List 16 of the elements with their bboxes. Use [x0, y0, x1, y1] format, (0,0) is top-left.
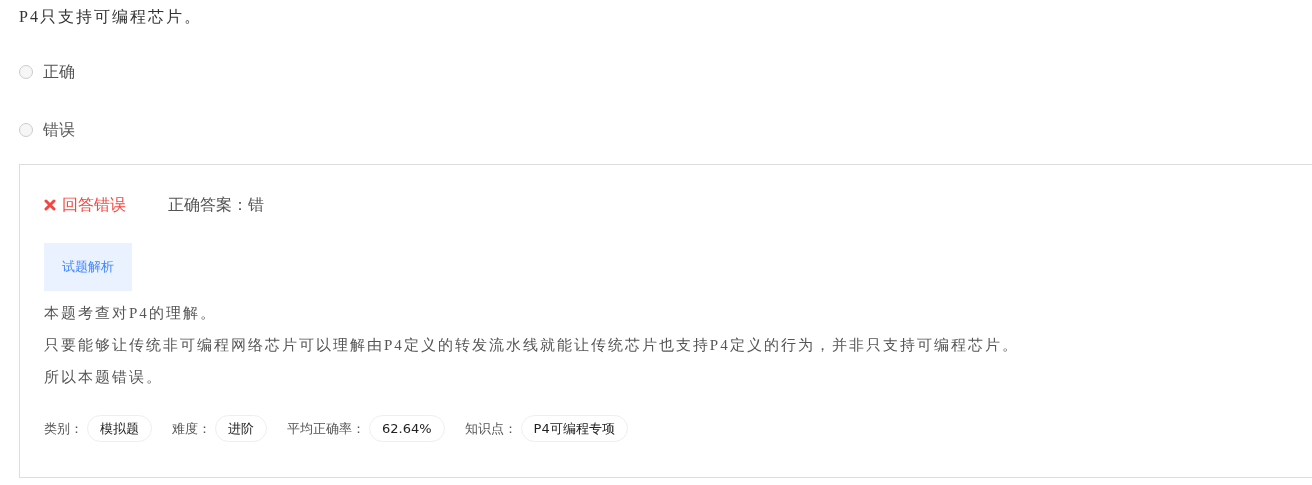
radio-button[interactable] [19, 65, 33, 79]
analysis-text: 本题考查对P4的理解。 [44, 303, 218, 323]
meta-label: 难度： [172, 419, 211, 438]
meta-label: 平均正确率： [287, 419, 365, 438]
cross-icon [44, 199, 56, 211]
meta-label: 知识点： [464, 419, 517, 438]
analysis-text: 所以本题错误。 [44, 367, 164, 387]
option-label: 正确 [43, 61, 75, 83]
question-text: P4只支持可编程芯片。 [19, 7, 203, 27]
radio-button[interactable] [19, 123, 33, 137]
result-label: 回答错误 [62, 194, 126, 216]
meta-label: 类别： [44, 419, 83, 438]
analysis-text: 只要能够让传统非可编程网络芯片可以理解由P4定义的转发流水线就能让传统芯片也支持P4定义的行为，并非只支持可编程芯片。 [44, 335, 1020, 355]
option-label: 错误 [43, 119, 75, 141]
correct-answer: 正确答案：错 [168, 194, 264, 216]
analysis-tab[interactable]: 试题解析 [44, 243, 132, 291]
